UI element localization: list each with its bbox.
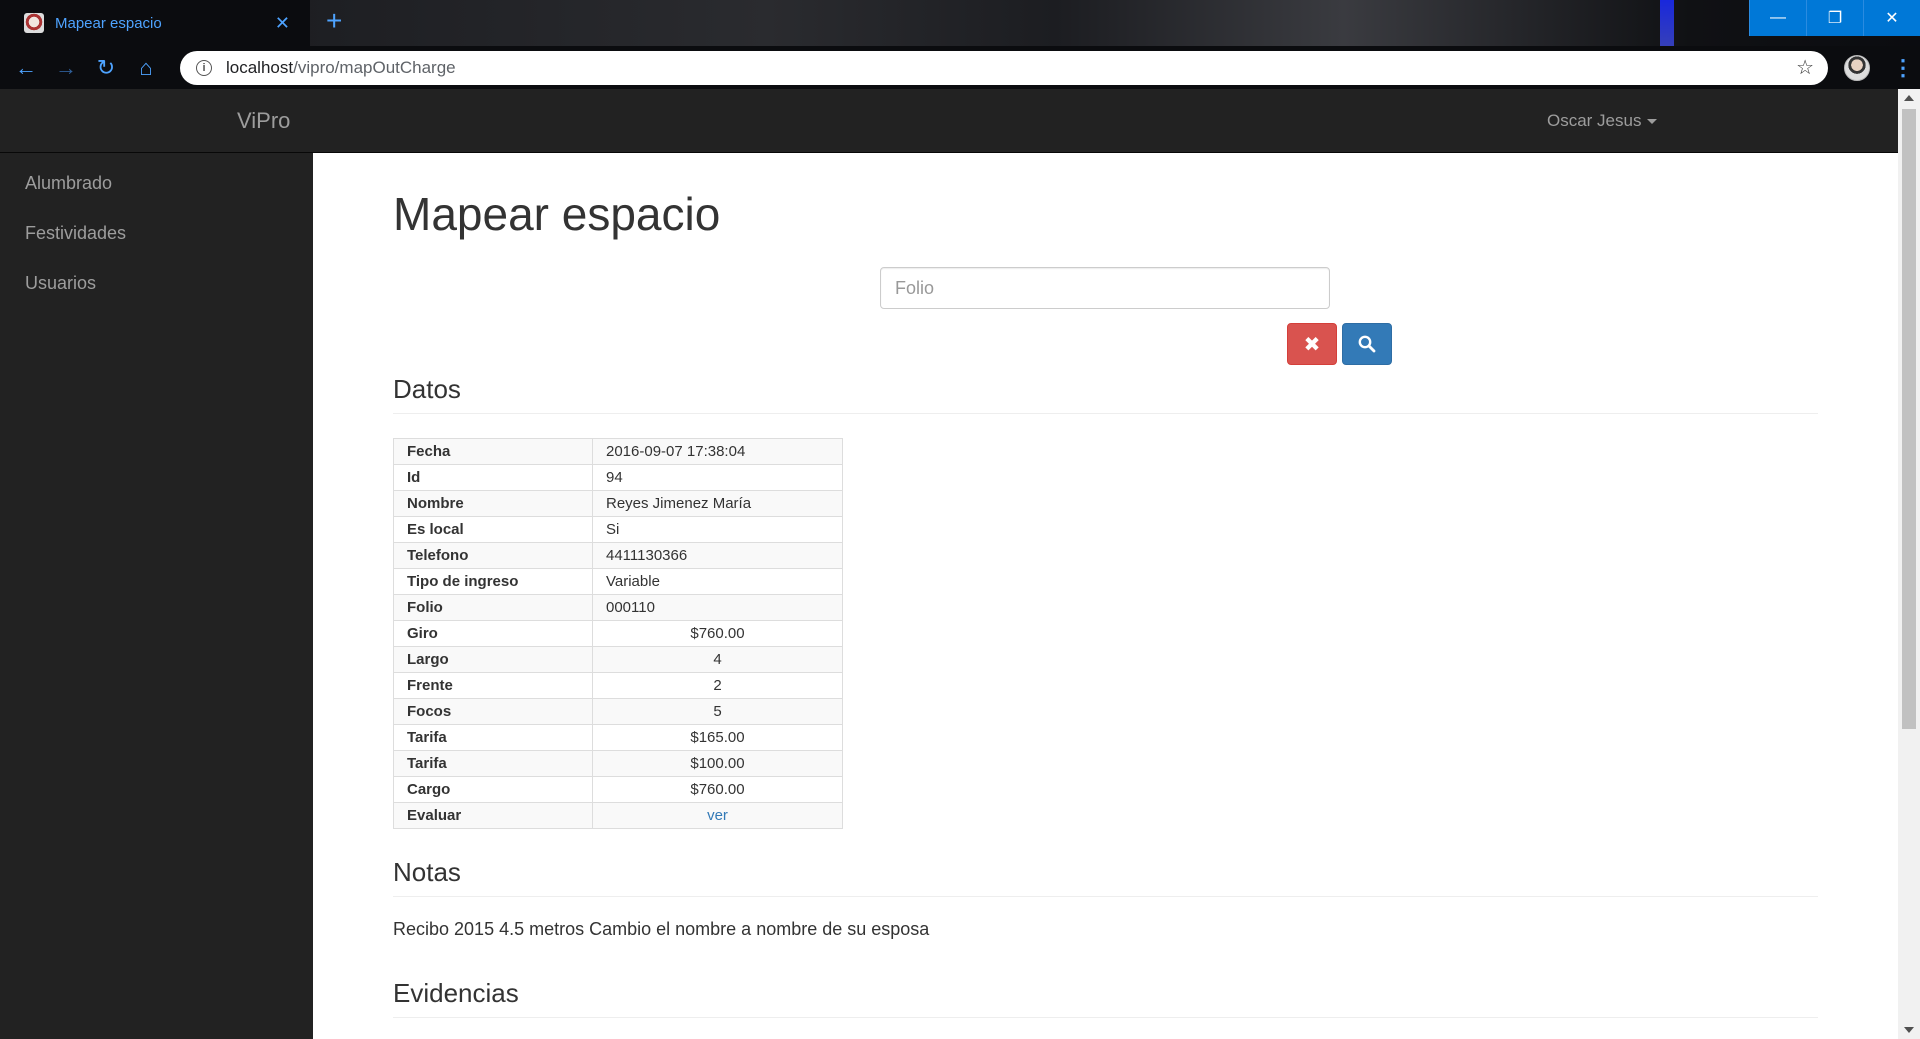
row-value: $760.00 (592, 620, 843, 647)
table-row: Folio 000110 (393, 594, 843, 621)
scrollbar-thumb[interactable] (1902, 109, 1916, 729)
row-key: Giro (393, 620, 593, 647)
bookmark-star-icon[interactable]: ☆ (1796, 55, 1814, 80)
table-row: Fecha 2016-09-07 17:38:04 (393, 438, 843, 465)
row-key: Frente (393, 672, 593, 699)
site-info-icon[interactable]: i (196, 59, 212, 76)
table-row: Focos 5 (393, 698, 843, 725)
row-value: $760.00 (592, 776, 843, 803)
table-row: Cargo $760.00 (393, 776, 843, 803)
clear-x-icon: ✖ (1303, 333, 1321, 356)
forward-arrow-icon[interactable]: → (46, 48, 86, 88)
main-content: Mapear espacio ✖ Datos Fecha2016-09-07 1… (313, 153, 1898, 1039)
user-name: Oscar Jesus (1547, 111, 1642, 130)
scroll-down-icon[interactable] (1904, 1027, 1914, 1033)
close-window-icon[interactable]: ✕ (1863, 0, 1920, 36)
home-icon[interactable]: ⌂ (126, 48, 166, 88)
new-tab-button[interactable]: + (326, 6, 342, 36)
favicon-icon (24, 13, 44, 33)
row-value: $165.00 (592, 724, 843, 751)
row-key: Telefono (393, 542, 593, 569)
row-key: Fecha (393, 438, 593, 465)
row-key: Focos (393, 698, 593, 725)
app-navbar: ViPro Oscar Jesus (0, 89, 1898, 153)
minimize-icon[interactable]: — (1749, 0, 1806, 36)
row-value: 5 (592, 698, 843, 725)
table-row: Id 94 (393, 464, 843, 491)
user-menu-dropdown[interactable]: Oscar Jesus (1547, 89, 1658, 153)
row-value: 2 (592, 672, 843, 699)
row-value: 4 (592, 646, 843, 673)
row-value: 4411130366 (592, 542, 843, 569)
row-key: Es local (393, 516, 593, 543)
ver-link[interactable]: ver (707, 807, 728, 824)
brand-link[interactable]: ViPro (237, 89, 290, 153)
table-row: Evaluar ver (393, 802, 843, 829)
url-path: /vipro/mapOutCharge (293, 57, 456, 77)
browser-tabstrip: Mapear espacio ✕ + — ❐ ✕ (0, 0, 1920, 46)
row-key: Tarifa (393, 750, 593, 777)
tab-title: Mapear espacio (55, 14, 162, 32)
row-key: Folio (393, 594, 593, 621)
browser-menu-icon[interactable]: ⋮ (1892, 55, 1914, 81)
sidebar: Alumbrado Festividades Usuarios (0, 153, 313, 1039)
url-host: localhost (226, 57, 294, 77)
search-button[interactable] (1342, 323, 1392, 365)
window-controls: — ❐ ✕ (1749, 0, 1920, 36)
browser-toolbar: ← → ↻ ⌂ i localhost/vipro/mapOutCharge ☆… (0, 46, 1920, 89)
folio-search-input[interactable] (880, 267, 1330, 309)
table-row: Tarifa $165.00 (393, 724, 843, 751)
sidebar-item-festividades[interactable]: Festividades (0, 211, 313, 261)
row-value: Reyes Jimenez María (592, 490, 843, 517)
reload-icon[interactable]: ↻ (86, 48, 126, 88)
row-key: Nombre (393, 490, 593, 517)
row-value: 2016-09-07 17:38:04 (592, 438, 843, 465)
row-key: Evaluar (393, 802, 593, 829)
row-value: Si (592, 516, 843, 543)
back-arrow-icon[interactable]: ← (6, 48, 46, 88)
datos-heading: Datos (393, 374, 1818, 414)
wallpaper-accent (1660, 0, 1674, 46)
notas-heading: Notas (393, 857, 1818, 897)
table-row: Tarifa $100.00 (393, 750, 843, 777)
url-text[interactable]: localhost/vipro/mapOutCharge (226, 58, 1796, 78)
row-value-cell: ver (592, 802, 843, 829)
row-value: 000110 (592, 594, 843, 621)
row-key: Tipo de ingreso (393, 568, 593, 595)
datos-table: Fecha 2016-09-07 17:38:04 Id 94 Nombre Reye… (393, 438, 843, 829)
page-scrollbar[interactable] (1898, 89, 1920, 1039)
sidebar-item-alumbrado[interactable]: Alumbrado (0, 161, 313, 211)
table-row: Es local Si (393, 516, 843, 543)
row-key: Cargo (393, 776, 593, 803)
table-row: Largo 4 (393, 646, 843, 673)
row-key: Largo (393, 646, 593, 673)
page-title: Mapear espacio (393, 188, 721, 240)
scroll-up-icon[interactable] (1904, 95, 1914, 101)
address-bar[interactable]: i localhost/vipro/mapOutCharge ☆ (180, 50, 1828, 85)
search-form: ✖ (393, 244, 1818, 365)
table-row: Nombre Reyes Jimenez María (393, 490, 843, 517)
clear-button[interactable]: ✖ (1287, 323, 1337, 365)
row-key: Id (393, 464, 593, 491)
browser-tab[interactable]: Mapear espacio ✕ (0, 0, 310, 46)
table-row: Telefono 4411130366 (393, 542, 843, 569)
table-row: Frente 2 (393, 672, 843, 699)
caret-down-icon (1647, 119, 1658, 125)
row-value: 94 (592, 464, 843, 491)
row-key: Tarifa (393, 724, 593, 751)
search-icon (1358, 335, 1376, 353)
table-row: Giro $760.00 (393, 620, 843, 647)
profile-avatar-icon[interactable] (1844, 54, 1870, 81)
row-value: Variable (592, 568, 843, 595)
restore-icon[interactable]: ❐ (1806, 0, 1863, 36)
row-value: $100.00 (592, 750, 843, 777)
sidebar-item-usuarios[interactable]: Usuarios (0, 261, 313, 311)
notas-text: Recibo 2015 4.5 metros Cambio el nombre … (393, 919, 930, 939)
evidencias-heading: Evidencias (393, 978, 1818, 1018)
table-row: Tipo de ingreso Variable (393, 568, 843, 595)
tab-close-icon[interactable]: ✕ (275, 13, 290, 34)
content-container: Mapear espacio ✖ Datos Fecha2016-09-07 1… (393, 153, 1818, 1039)
